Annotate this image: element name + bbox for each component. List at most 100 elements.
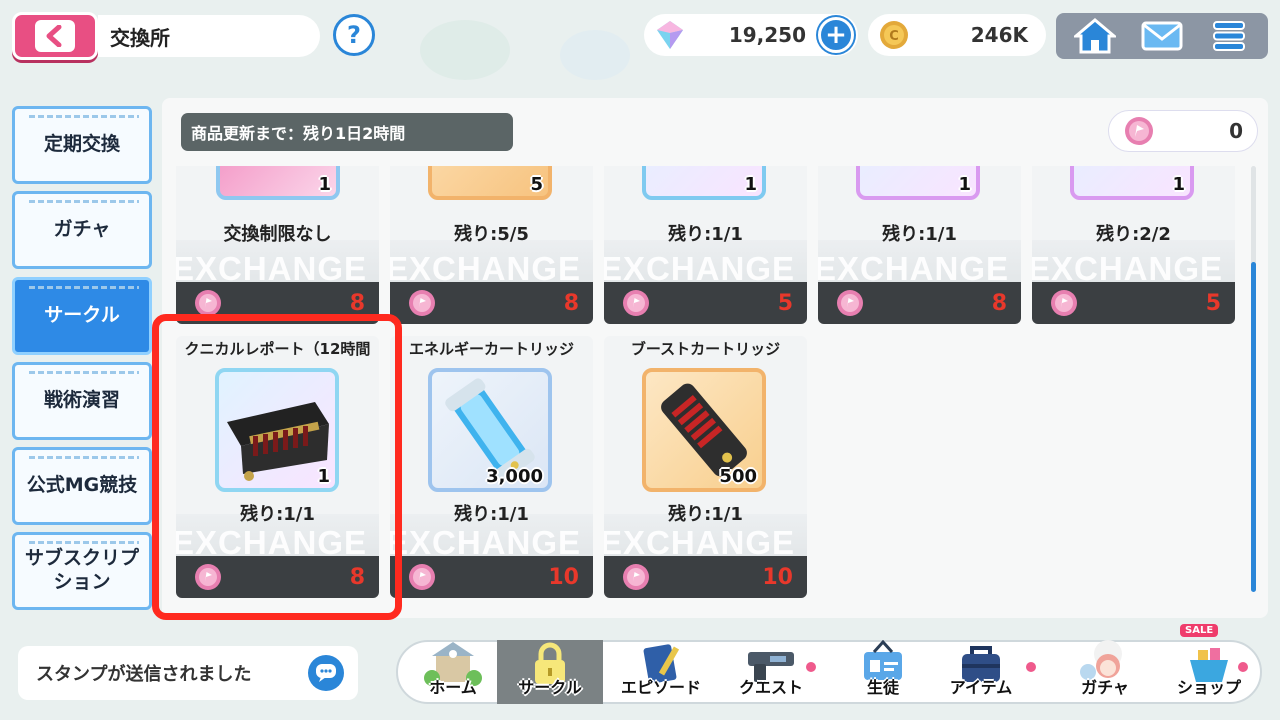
- item-price: 5: [604, 282, 807, 324]
- tab-gacha[interactable]: ガチャ: [12, 191, 152, 269]
- tab-label: 戦術演習: [43, 389, 120, 412]
- mail-button[interactable]: [1137, 16, 1187, 56]
- tab-label: サークル: [44, 304, 120, 327]
- item-stock: 残り:5/5: [454, 224, 529, 245]
- item-quantity: 5: [530, 174, 543, 195]
- item-stock: 残り:1/1: [454, 504, 529, 525]
- item-quantity: 1: [318, 174, 331, 195]
- item-stock: 残り:1/1: [668, 504, 743, 525]
- shop-item-card[interactable]: エネルギーカートリッジ EXCHANGE 3,000 残り:1/1 10: [390, 336, 593, 598]
- nav-label: アイテム: [949, 678, 1013, 697]
- hamburger-icon: [1212, 21, 1245, 51]
- back-button[interactable]: [12, 12, 98, 60]
- question-icon: ?: [347, 21, 361, 49]
- item-price: 10: [390, 556, 593, 598]
- nav-label: ショップ: [1176, 678, 1241, 697]
- notification-dot: [1236, 660, 1250, 674]
- item-quantity: 500: [719, 466, 757, 487]
- nav-label: サークル: [518, 678, 582, 697]
- nav-items[interactable]: アイテム: [928, 640, 1034, 704]
- tab-circle[interactable]: サークル: [12, 277, 152, 355]
- nav-label: ホーム: [429, 678, 477, 697]
- page-title: 交換所: [98, 15, 320, 57]
- tab-label: 公式MG競技: [26, 474, 138, 497]
- coin-counter: C 246K: [868, 14, 1046, 56]
- shop-item-card[interactable]: ブーストカートリッジ EXCHANGE 500 残り:1/1 10: [604, 336, 807, 598]
- shop-item-card[interactable]: EXCHANGE 1 残り:2/2 5: [1032, 166, 1235, 324]
- item-price-value: 10: [548, 564, 579, 590]
- shop-item-card[interactable]: EXCHANGE 5 残り:5/5 8: [390, 166, 593, 324]
- home-icon: [1074, 18, 1117, 54]
- circle-coin-icon: [837, 290, 863, 316]
- item-price-value: 8: [563, 290, 579, 316]
- item-price: 8: [390, 282, 593, 324]
- item-quantity: 1: [958, 174, 971, 195]
- add-gems-button[interactable]: +: [818, 17, 854, 53]
- tab-tactical-exercise[interactable]: 戦術演習: [12, 362, 152, 440]
- owned-currency: 0: [1108, 110, 1258, 152]
- item-thumbnail: 1: [856, 166, 980, 200]
- tab-label: サブスクリプ ション: [24, 547, 139, 593]
- nav-circle[interactable]: サークル: [497, 640, 603, 704]
- item-quantity: 1: [744, 174, 757, 195]
- circle-coin-icon: [1125, 117, 1153, 145]
- background-decoration: [420, 20, 510, 80]
- home-button[interactable]: [1070, 16, 1120, 56]
- item-thumbnail: 3,000: [428, 368, 552, 492]
- background-decoration: [560, 30, 630, 80]
- toast-text: スタンプが送信されました: [36, 664, 252, 685]
- nav-gacha[interactable]: ガチャ: [1052, 640, 1158, 704]
- item-name: エネルギーカートリッジ: [408, 340, 574, 358]
- circle-coin-icon: [1051, 290, 1077, 316]
- gem-counter: 19,250 +: [644, 14, 858, 56]
- nav-label: ガチャ: [1081, 678, 1129, 697]
- nav-home[interactable]: ホーム: [400, 640, 506, 704]
- nav-label: エピソード: [620, 678, 701, 697]
- selection-highlight: [152, 314, 402, 620]
- stamp-toast: スタンプが送信されました: [18, 646, 358, 700]
- refresh-timer: 商品更新まで：残り1日2時間: [181, 113, 513, 151]
- chat-button[interactable]: [308, 655, 344, 691]
- item-quantity: 1: [1172, 174, 1185, 195]
- item-thumbnail: 1: [642, 166, 766, 200]
- nav-episode[interactable]: エピソード: [608, 640, 714, 704]
- item-thumbnail: 1: [216, 166, 340, 200]
- top-nav-group: [1056, 13, 1268, 59]
- item-price: 8: [818, 282, 1021, 324]
- shop-item-card[interactable]: EXCHANGE 1 残り:1/1 5: [604, 166, 807, 324]
- shop-item-card[interactable]: EXCHANGE 1 残り:1/1 8: [818, 166, 1021, 324]
- item-quantity: 3,000: [486, 466, 543, 487]
- owned-currency-amount: 0: [1229, 119, 1243, 143]
- nav-students[interactable]: 生徒: [830, 640, 936, 704]
- item-stock: 残り:2/2: [1096, 224, 1171, 245]
- item-thumbnail: 500: [642, 368, 766, 492]
- tab-official-mg[interactable]: 公式MG競技: [12, 447, 152, 525]
- gem-icon: [657, 21, 683, 49]
- svg-text:C: C: [889, 29, 899, 44]
- sale-badge: SALE: [1180, 624, 1219, 637]
- item-stock: 残り:1/1: [882, 224, 957, 245]
- item-thumbnail: 1: [1070, 166, 1194, 200]
- item-stock: 交換制限なし: [223, 224, 332, 245]
- tab-subscription[interactable]: サブスクリプ ション: [12, 532, 152, 610]
- circle-coin-icon: [623, 290, 649, 316]
- item-price-value: 5: [777, 290, 793, 316]
- shop-item-card[interactable]: EXCHANGE 1 交換制限なし 8: [176, 166, 379, 324]
- tab-regular-exchange[interactable]: 定期交換: [12, 106, 152, 184]
- item-thumbnail: 5: [428, 166, 552, 200]
- menu-button[interactable]: [1204, 16, 1254, 56]
- item-price: 5: [1032, 282, 1235, 324]
- circle-coin-icon: [409, 564, 435, 590]
- scrollbar-thumb[interactable]: [1251, 262, 1256, 592]
- item-price-value: 8: [991, 290, 1007, 316]
- item-stock: 残り:1/1: [668, 224, 743, 245]
- circle-coin-icon: [409, 290, 435, 316]
- nav-label: 生徒: [866, 678, 899, 697]
- help-button[interactable]: ?: [333, 14, 375, 56]
- item-price: 10: [604, 556, 807, 598]
- back-arrow-icon: [35, 20, 75, 52]
- item-name: ブーストカートリッジ: [630, 340, 781, 358]
- nav-label: クエスト: [738, 678, 803, 697]
- item-price-value: 10: [762, 564, 793, 590]
- circle-coin-icon: [195, 290, 221, 316]
